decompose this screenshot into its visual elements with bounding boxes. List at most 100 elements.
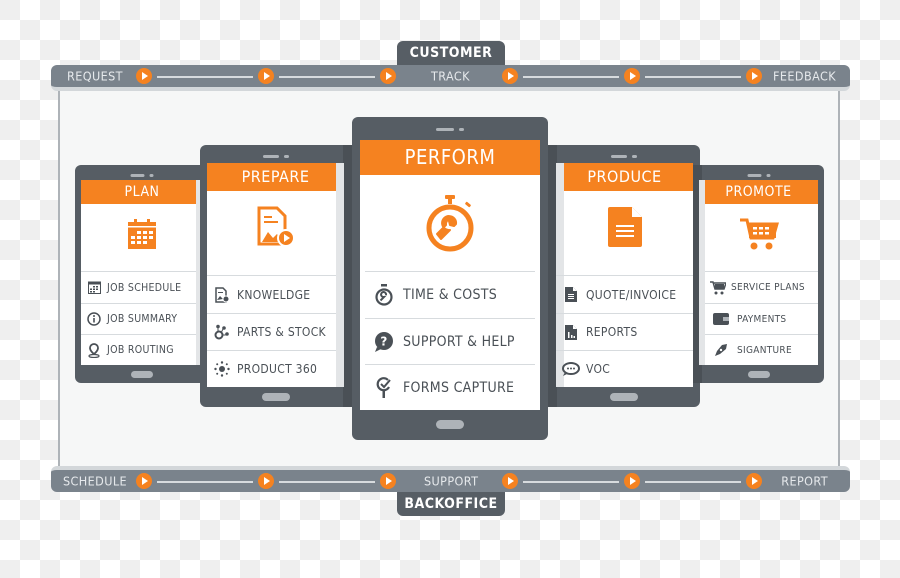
customer-flow-bar: REQUEST TRACK FEEDBACK [51,65,850,91]
home-button [436,420,464,429]
phone-plan: PLAN JOB SCHEDULE JOB SUMMARY JOB ROUTIN… [75,165,209,383]
wallet-icon [705,313,737,325]
play-arrow-icon [502,68,518,84]
phone-produce: PRODUCE QUOTE/INVOICE REPORTS VOC [548,145,700,407]
plan-item-job-routing[interactable]: JOB ROUTING [81,334,196,365]
backoffice-tab: BACKOFFICE [397,492,505,516]
pen-nib-icon [705,343,737,357]
item-label: JOB SCHEDULE [107,281,182,294]
item-label: JOB ROUTING [107,344,174,356]
play-arrow-icon [136,473,152,489]
prepare-item-parts-stock[interactable]: PARTS & STOCK [207,313,336,350]
perform-header: PERFORM [360,140,540,175]
cart-icon [705,280,731,295]
document-media-icon [207,191,344,263]
produce-header: PRODUCE [556,163,693,191]
produce-item-reports[interactable]: REPORTS [556,313,693,350]
prepare-screen: PREPARE KNOWELDGE PARTS & STOCK PRODUCT … [207,163,344,387]
item-label: SUPPORT & HELP [403,333,515,350]
connector-line [645,76,741,78]
calendar-grid-icon [81,281,107,294]
produce-item-quote-invoice[interactable]: QUOTE/INVOICE [556,275,693,313]
promote-item-service-plans[interactable]: SERVICE PLANS [705,271,818,303]
plan-screen: PLAN JOB SCHEDULE JOB SUMMARY JOB ROUTIN… [81,180,203,365]
home-button [747,371,770,378]
item-label: REPORTS [586,325,638,339]
produce-screen: PRODUCE QUOTE/INVOICE REPORTS VOC [556,163,693,387]
backoffice-tab-label: BACKOFFICE [404,496,498,512]
promote-item-payments[interactable]: PAYMENTS [705,303,818,334]
connector-line [645,481,741,483]
calendar-icon [81,204,203,264]
play-arrow-icon [746,68,762,84]
home-button [131,371,153,378]
phone-promote: PROMOTE SERVICE PLANS PAYMENTS SIGANTURE [693,165,824,383]
flow-step-request: REQUEST [67,68,123,84]
play-arrow-icon [624,68,640,84]
home-button [262,393,290,401]
nodes-icon [207,324,237,340]
item-label: PRODUCT 360 [237,362,318,376]
connector-line [523,76,619,78]
document-lines-icon [556,287,586,302]
prepare-item-product-360[interactable]: PRODUCT 360 [207,350,336,387]
promote-header: PROMOTE [699,180,818,204]
shopping-cart-icon [699,204,818,264]
play-arrow-icon [258,68,274,84]
sun-dots-icon [207,361,237,377]
play-arrow-icon [746,473,762,489]
promote-item-signature[interactable]: SIGANTURE [705,334,818,365]
phone-perform: PERFORM TIME & COSTS ? SUPPORT & HELP FO… [352,117,548,440]
play-arrow-icon [258,473,274,489]
item-label: PAYMENTS [737,313,787,325]
item-label: JOB SUMMARY [107,313,178,325]
connector-line [157,481,253,483]
perform-item-support-help[interactable]: ? SUPPORT & HELP [365,318,535,364]
connector-line [279,76,375,78]
form-pin-icon [365,376,403,399]
flow-step-feedback: FEEDBACK [773,68,836,84]
play-arrow-icon [502,473,518,489]
item-label: SERVICE PLANS [731,282,805,293]
item-label: QUOTE/INVOICE [586,287,677,302]
map-pin-icon [81,342,107,358]
item-label: TIME & COSTS [403,287,498,303]
document-icon [556,191,693,263]
document-gear-icon [207,286,237,303]
play-arrow-icon [380,473,396,489]
perform-item-forms-capture[interactable]: FORMS CAPTURE [365,364,535,410]
item-label: KNOWELDGE [237,287,311,302]
customer-tab-label: CUSTOMER [409,45,493,61]
plan-item-job-summary[interactable]: JOB SUMMARY [81,303,196,334]
prepare-item-knowledge[interactable]: KNOWELDGE [207,275,336,313]
connector-line [157,76,253,78]
backoffice-flow-bar: SCHEDULE SUPPORT REPORT [51,466,850,492]
svg-text:?: ? [380,334,387,348]
flow-step-report: REPORT [781,473,828,489]
question-bubble-icon: ? [365,331,403,353]
flow-step-schedule: SCHEDULE [63,473,128,489]
play-arrow-icon [380,68,396,84]
flow-step-track: TRACK [431,68,470,84]
item-label: FORMS CAPTURE [403,379,515,396]
flow-step-support: SUPPORT [424,473,479,489]
phone-prepare: PREPARE KNOWELDGE PARTS & STOCK PRODUCT … [200,145,352,407]
perform-item-time-costs[interactable]: TIME & COSTS [365,271,535,318]
home-button [610,393,638,401]
item-label: PARTS & STOCK [237,325,326,339]
play-arrow-icon [624,473,640,489]
item-label: SIGANTURE [737,344,792,356]
item-label: VOC [586,362,611,376]
play-arrow-icon [136,68,152,84]
connector-line [279,481,375,483]
stopwatch-icon [365,284,403,306]
plan-item-job-schedule[interactable]: JOB SCHEDULE [81,271,196,303]
chat-bubble-icon [556,361,586,377]
produce-item-voc[interactable]: VOC [556,350,693,387]
promote-screen: PROMOTE SERVICE PLANS PAYMENTS SIGANTURE [699,180,818,365]
stopwatch-wrench-icon [360,175,540,271]
report-chart-icon [556,324,586,340]
connector-line [523,481,619,483]
plan-header: PLAN [81,180,203,204]
perform-screen: PERFORM TIME & COSTS ? SUPPORT & HELP FO… [360,140,540,410]
